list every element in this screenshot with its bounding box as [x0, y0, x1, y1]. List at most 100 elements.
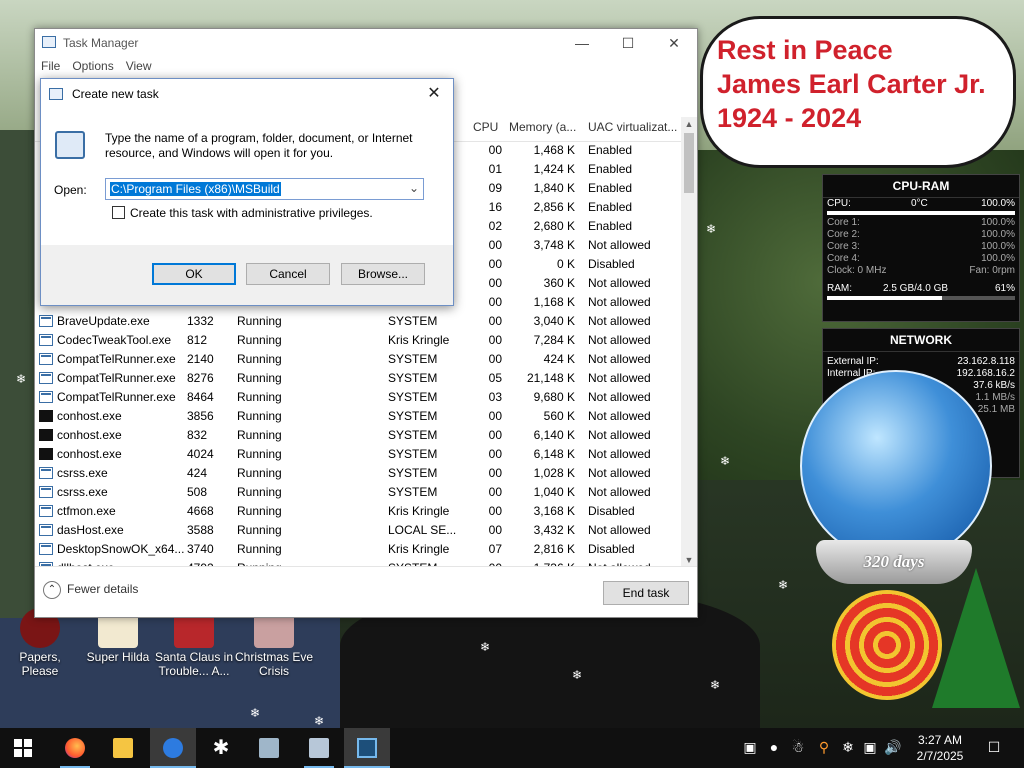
taskbar-app[interactable] [296, 728, 342, 768]
tray-app-icon[interactable]: ▣ [742, 739, 758, 755]
process-pid: 2140 [187, 352, 214, 366]
minimize-button[interactable]: — [559, 29, 605, 57]
table-row[interactable]: DesktopSnowOK_x64... 3740 Running Kris Krin… [35, 540, 679, 559]
external-ip-label: External IP: [827, 356, 879, 367]
application-icon [39, 315, 53, 327]
vertical-scrollbar[interactable]: ▲ ▼ [681, 117, 697, 567]
process-cpu: 00 [488, 333, 502, 347]
menu-view[interactable]: View [120, 57, 158, 75]
close-icon[interactable]: ✕ [421, 83, 447, 103]
process-status: Running [237, 352, 282, 366]
menu-options[interactable]: Options [66, 57, 119, 75]
process-memory: 6,140 K [533, 428, 575, 442]
end-task-button[interactable]: End task [603, 581, 689, 605]
speed-value: 1.1 MB/s [975, 392, 1015, 403]
memorial-line-1: Rest in Peace [717, 35, 893, 65]
ok-button[interactable]: OK [152, 263, 236, 285]
snowflake-icon[interactable]: ❄ [840, 739, 856, 755]
process-pid: 3740 [187, 542, 214, 556]
notification-icon[interactable]: ☐ [984, 739, 1004, 755]
table-row[interactable]: conhost.exe 4024 Running SYSTEM 00 6,148 K Not… [35, 445, 679, 464]
taskbar-app[interactable] [246, 728, 292, 768]
process-uac: Not allowed [588, 428, 651, 442]
application-icon [39, 467, 53, 479]
table-row[interactable]: CompatTelRunner.exe 8276 Running SYSTEM 05 21… [35, 369, 679, 388]
desktop-icon-label: Super Hilda [86, 650, 150, 664]
maximize-button[interactable]: ☐ [605, 29, 651, 57]
process-uac: Not allowed [588, 390, 651, 404]
snowflake-icon: ❄ [778, 578, 789, 592]
process-memory: 1,168 K [533, 295, 575, 309]
cancel-button[interactable]: Cancel [246, 263, 330, 285]
scroll-down-icon[interactable]: ▼ [681, 555, 697, 565]
column-memory[interactable]: Memory (a... [509, 120, 576, 134]
process-cpu: 00 [488, 523, 502, 537]
table-row[interactable]: dasHost.exe 3588 Running LOCAL SE... 00 3,432… [35, 521, 679, 540]
tray-app-icon[interactable]: ● [766, 739, 782, 755]
process-uac: Enabled [588, 200, 633, 214]
cpu-ram-gadget[interactable]: CPU-RAM CPU: 0°C 100.0% Core 1: 100.0% Co… [822, 174, 1020, 322]
process-uac: Not allowed [588, 447, 651, 461]
close-button[interactable]: ✕ [651, 29, 697, 57]
table-row[interactable]: BraveUpdate.exe 1332 Running SYSTEM 00 3,040 … [35, 312, 679, 331]
checkbox-box[interactable] [112, 206, 125, 219]
table-row[interactable]: CompatTelRunner.exe 8464 Running SYSTEM 03 9,… [35, 388, 679, 407]
desktop-icon-christmas-eve-crisis[interactable]: Christmas Eve Crisis [234, 608, 314, 678]
open-label: Open: [54, 183, 87, 197]
desktop-icon-santa-claus[interactable]: Santa Claus in Trouble... A... [154, 608, 234, 678]
task-manager-titlebar[interactable]: Task Manager — ☐ ✕ [35, 29, 697, 57]
start-button[interactable] [0, 728, 46, 768]
process-cpu: 00 [488, 485, 502, 499]
open-input[interactable]: C:\Program Files (x86)\MSBuild [110, 182, 281, 196]
table-row[interactable]: ctfmon.exe 4668 Running Kris Kringle 00 3,168… [35, 502, 679, 521]
column-cpu[interactable]: CPU [473, 120, 498, 134]
process-memory: 424 K [543, 352, 575, 366]
process-pid: 812 [187, 333, 208, 347]
network-icon[interactable]: ▣ [862, 739, 878, 755]
ram-value: 2.5 GB/4.0 GB [883, 283, 949, 294]
create-new-task-dialog[interactable]: Create new task ✕ Type the name of a pro… [40, 78, 454, 306]
table-row[interactable]: CodecTweakTool.exe 812 Running Kris Kringle… [35, 331, 679, 350]
process-user: SYSTEM [388, 485, 438, 499]
chevron-down-icon[interactable]: ⌄ [409, 181, 419, 195]
fewer-details-button[interactable]: ⌃ Fewer details [43, 581, 138, 599]
open-combobox[interactable]: C:\Program Files (x86)\MSBuild ⌄ [105, 178, 424, 200]
browse-button[interactable]: Browse... [341, 263, 425, 285]
console-icon [39, 410, 53, 422]
scroll-up-icon[interactable]: ▲ [681, 119, 697, 129]
scrollbar-thumb[interactable] [684, 133, 694, 193]
table-row[interactable]: csrss.exe 508 Running SYSTEM 00 1,040 K Not al… [35, 483, 679, 502]
process-cpu: 00 [488, 447, 502, 461]
volume-icon[interactable]: 🔊 [884, 739, 901, 755]
table-row[interactable]: CompatTelRunner.exe 2140 Running SYSTEM 00 42… [35, 350, 679, 369]
clock-row: Clock: 0 MHz Fan: 0rpm [823, 265, 1019, 277]
snowflake-icon: ✱ [212, 737, 230, 759]
menu-file[interactable]: File [35, 57, 66, 75]
taskbar-task-manager[interactable] [344, 728, 390, 768]
taskbar-snow-app[interactable]: ✱ [198, 728, 244, 768]
taskbar-clock[interactable]: 3:27 AM 2/7/2025 [900, 732, 980, 764]
cpu-temp: 0°C [911, 198, 928, 209]
speed-value: 25.1 MB [977, 404, 1015, 415]
taskbar-firefox[interactable] [52, 728, 98, 768]
process-status: Running [237, 390, 282, 404]
process-uac: Enabled [588, 219, 633, 233]
tray-app-icon[interactable]: ☃ [790, 739, 806, 755]
process-memory: 7,284 K [533, 333, 575, 347]
admin-privileges-checkbox[interactable]: Create this task with administrative pri… [112, 206, 373, 220]
taskbar: ✱ ▣ ● ☃ ⚲ ❄ ▣ 🔊 3:27 AM 2/7/2025 ☐ [0, 728, 1024, 768]
desktop-icon-papers-please[interactable]: Papers, Please [0, 608, 80, 678]
table-row[interactable]: conhost.exe 3856 Running SYSTEM 00 560 K Not a… [35, 407, 679, 426]
process-pid: 424 [187, 466, 208, 480]
taskbar-people[interactable] [150, 728, 196, 768]
table-row[interactable]: csrss.exe 424 Running SYSTEM 00 1,028 K Not al… [35, 464, 679, 483]
table-row[interactable]: conhost.exe 832 Running SYSTEM 00 6,140 K Not … [35, 426, 679, 445]
core-row: Core 2: 100.0% [823, 229, 1019, 241]
windows-logo-icon [14, 739, 32, 757]
process-pid: 8464 [187, 390, 214, 404]
taskbar-file-explorer[interactable] [100, 728, 146, 768]
search-icon[interactable]: ⚲ [816, 739, 832, 755]
process-memory: 1,424 K [533, 162, 575, 176]
memorial-bubble: Rest in Peace James Earl Carter Jr. 1924… [700, 16, 1016, 168]
column-uac[interactable]: UAC virtualizat... [588, 120, 677, 134]
